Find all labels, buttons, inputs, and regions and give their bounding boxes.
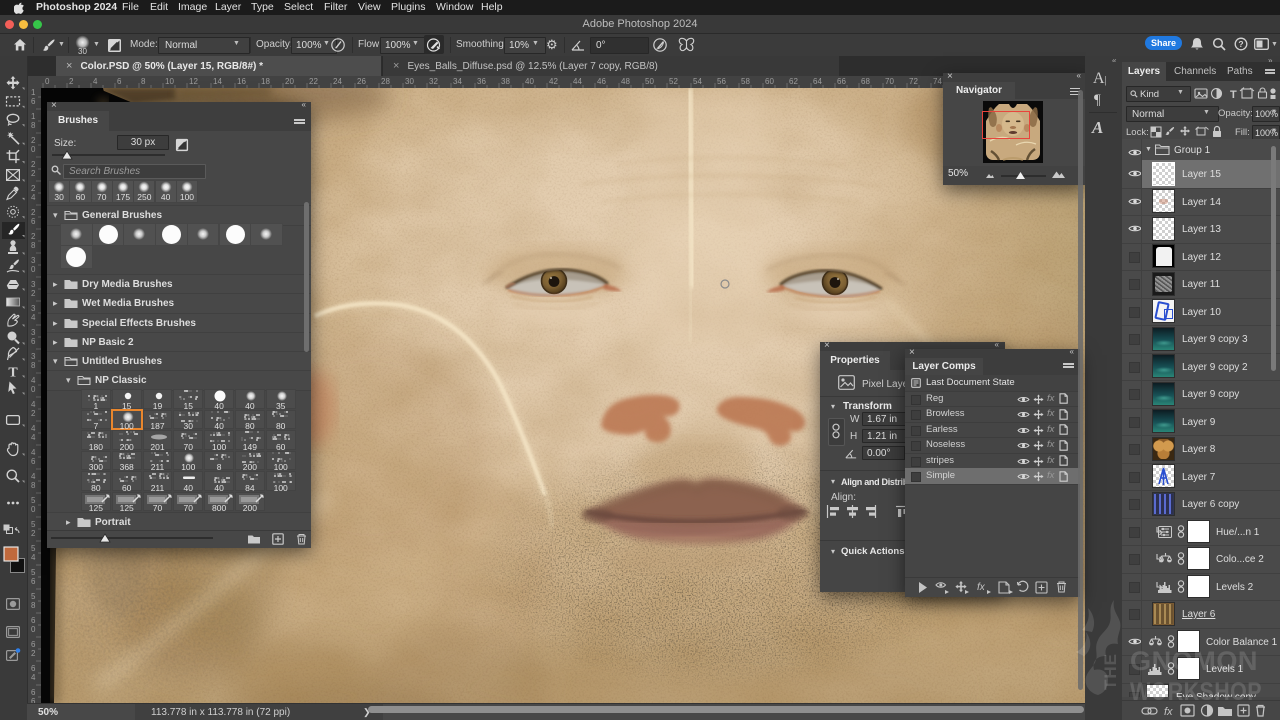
svg-text:4: 4 [31, 433, 36, 442]
svg-text:40: 40 [525, 77, 534, 86]
svg-text:T: T [1230, 89, 1237, 100]
svg-text:18: 18 [261, 77, 270, 86]
svg-text:16: 16 [237, 77, 246, 86]
svg-text:62: 62 [789, 77, 798, 86]
svg-text:64: 64 [813, 77, 822, 86]
svg-text:4: 4 [31, 313, 36, 322]
svg-text:4: 4 [31, 673, 36, 682]
svg-text:THE: THE [1101, 653, 1120, 690]
svg-text:10: 10 [165, 77, 174, 86]
svg-text:0: 0 [31, 265, 36, 274]
svg-text:46: 46 [597, 77, 606, 86]
svg-text:36: 36 [477, 77, 486, 86]
svg-text:24: 24 [333, 77, 342, 86]
svg-text:GNOMON: GNOMON [1130, 646, 1258, 676]
svg-text:WORKSHOP: WORKSHOP [1130, 678, 1262, 706]
svg-text:26: 26 [357, 77, 366, 86]
svg-text:5: 5 [31, 544, 36, 553]
svg-text:8: 8 [31, 601, 36, 610]
svg-text:fx: fx [977, 582, 986, 593]
svg-text:8: 8 [31, 241, 36, 250]
svg-text:66: 66 [837, 77, 846, 86]
svg-text:12: 12 [189, 77, 198, 86]
svg-text:48: 48 [621, 77, 630, 86]
svg-text:28: 28 [381, 77, 390, 86]
svg-text:3: 3 [31, 256, 36, 265]
svg-text:56: 56 [717, 77, 726, 86]
svg-text:38: 38 [501, 77, 510, 86]
svg-text:58: 58 [741, 77, 750, 86]
svg-text:4: 4 [31, 400, 36, 409]
svg-text:44: 44 [573, 77, 582, 86]
svg-text:?: ? [1238, 39, 1243, 49]
svg-text:2: 2 [31, 208, 36, 217]
svg-text:6: 6 [31, 616, 36, 625]
svg-text:2: 2 [31, 529, 36, 538]
svg-text:60: 60 [765, 77, 774, 86]
svg-text:4: 4 [31, 424, 36, 433]
svg-text:0: 0 [45, 77, 50, 86]
svg-text:2: 2 [31, 136, 36, 145]
svg-text:6: 6 [31, 217, 36, 226]
svg-text:52: 52 [669, 77, 678, 86]
svg-text:6: 6 [31, 688, 36, 697]
svg-text:1: 1 [31, 112, 36, 121]
svg-text:72: 72 [909, 77, 918, 86]
svg-text:5: 5 [31, 520, 36, 529]
svg-text:5: 5 [31, 496, 36, 505]
svg-text:8: 8 [31, 481, 36, 490]
svg-text:68: 68 [861, 77, 870, 86]
svg-text:0: 0 [31, 505, 36, 514]
svg-text:70: 70 [885, 77, 894, 86]
svg-text:4: 4 [31, 376, 36, 385]
svg-text:8: 8 [141, 77, 146, 86]
svg-text:20: 20 [285, 77, 294, 86]
svg-text:5: 5 [31, 568, 36, 577]
svg-text:4: 4 [93, 77, 98, 86]
svg-text:6: 6 [117, 77, 122, 86]
svg-text:14: 14 [213, 77, 222, 86]
svg-text:2: 2 [69, 77, 74, 86]
svg-text:3: 3 [31, 280, 36, 289]
svg-text:8: 8 [31, 361, 36, 370]
svg-text:0: 0 [31, 385, 36, 394]
svg-text:30: 30 [405, 77, 414, 86]
svg-text:6: 6 [31, 457, 36, 466]
svg-text:5: 5 [31, 592, 36, 601]
svg-text:34: 34 [453, 77, 462, 86]
svg-text:6: 6 [31, 640, 36, 649]
svg-text:8: 8 [31, 121, 36, 130]
svg-text:0: 0 [31, 145, 36, 154]
svg-text:3: 3 [31, 352, 36, 361]
svg-text:2: 2 [31, 160, 36, 169]
svg-text:0: 0 [31, 625, 36, 634]
svg-text:6: 6 [31, 97, 36, 106]
svg-text:3: 3 [31, 304, 36, 313]
svg-text:T: T [8, 366, 18, 381]
svg-text:4: 4 [31, 448, 36, 457]
svg-text:2: 2 [31, 649, 36, 658]
svg-text:3: 3 [31, 328, 36, 337]
svg-text:2: 2 [31, 169, 36, 178]
svg-text:6: 6 [31, 664, 36, 673]
svg-text:1: 1 [31, 88, 36, 97]
svg-text:22: 22 [309, 77, 318, 86]
svg-text:54: 54 [693, 77, 702, 86]
svg-text:32: 32 [429, 77, 438, 86]
svg-text:6: 6 [31, 337, 36, 346]
svg-text:74: 74 [933, 77, 942, 86]
svg-text:6: 6 [31, 577, 36, 586]
svg-text:4: 4 [31, 193, 36, 202]
svg-text:50: 50 [645, 77, 654, 86]
svg-text:42: 42 [549, 77, 558, 86]
svg-text:4: 4 [31, 553, 36, 562]
svg-text:2: 2 [31, 232, 36, 241]
svg-text:2: 2 [31, 289, 36, 298]
svg-text:2: 2 [31, 184, 36, 193]
svg-text:2: 2 [31, 409, 36, 418]
svg-text:4: 4 [31, 472, 36, 481]
